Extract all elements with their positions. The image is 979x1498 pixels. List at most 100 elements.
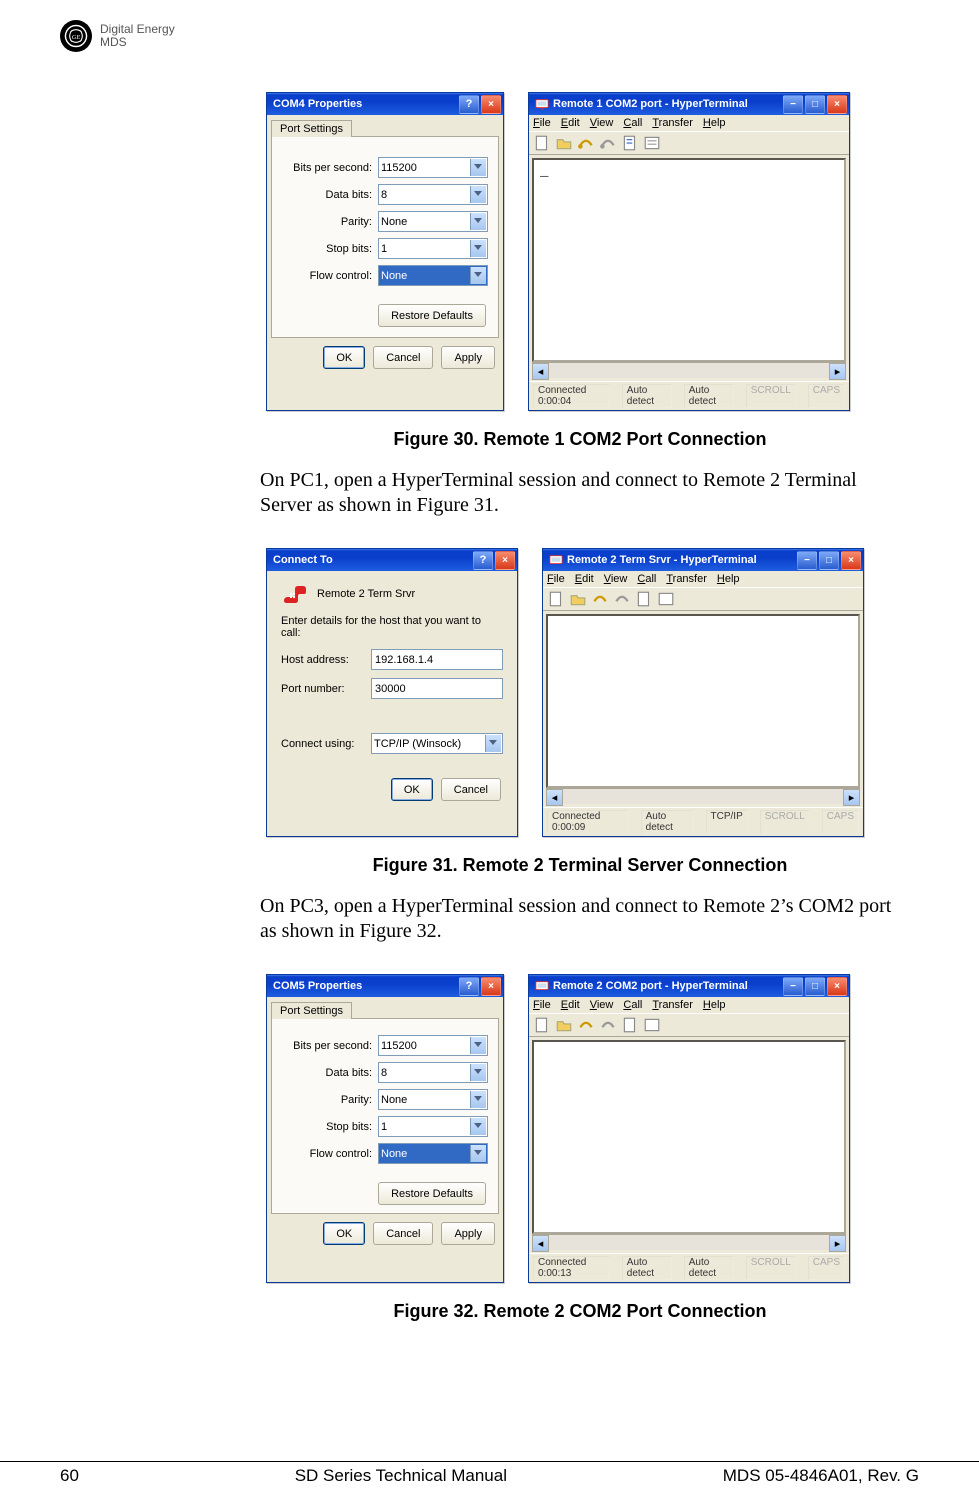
maximize-icon[interactable]: □ (805, 977, 825, 996)
send-icon[interactable] (635, 590, 653, 608)
minimize-icon[interactable]: − (783, 95, 803, 114)
apply-button[interactable]: Apply (441, 346, 495, 369)
ok-button[interactable]: OK (391, 778, 433, 801)
help-button-icon[interactable]: ? (473, 551, 493, 570)
scroll-right-icon[interactable]: ▸ (829, 1235, 846, 1252)
connect-icon[interactable] (591, 590, 609, 608)
maximize-icon[interactable]: □ (805, 95, 825, 114)
port-input[interactable]: 30000 (371, 678, 503, 699)
menu-view[interactable]: View (604, 573, 628, 585)
figure-30-caption: Figure 30. Remote 1 COM2 Port Connection (260, 429, 900, 450)
chevron-down-icon (474, 1069, 482, 1074)
new-icon[interactable] (533, 1016, 551, 1034)
stopbits-select[interactable]: 1 (378, 238, 488, 259)
send-icon[interactable] (621, 1016, 639, 1034)
menu-transfer[interactable]: Transfer (652, 117, 693, 129)
menu-file[interactable]: File (533, 117, 551, 129)
menu-transfer[interactable]: Transfer (652, 999, 693, 1011)
menu-file[interactable]: File (533, 999, 551, 1011)
menu-file[interactable]: File (547, 573, 565, 585)
status-caps: CAPS (808, 384, 845, 408)
tab-port-settings[interactable]: Port Settings (271, 120, 352, 137)
bps-select[interactable]: 115200 (378, 1035, 488, 1056)
menu-help[interactable]: Help (703, 999, 726, 1011)
menu-view[interactable]: View (590, 117, 614, 129)
host-input[interactable]: 192.168.1.4 (371, 649, 503, 670)
open-icon[interactable] (569, 590, 587, 608)
status-connected: Connected 0:00:13 (533, 1256, 610, 1280)
help-button-icon[interactable]: ? (459, 977, 479, 996)
horizontal-scrollbar[interactable]: ◂ ▸ (532, 362, 846, 378)
window-title: Remote 1 COM2 port - HyperTerminal (553, 98, 783, 110)
close-icon[interactable]: × (495, 551, 515, 570)
horizontal-scrollbar[interactable]: ◂ ▸ (546, 788, 860, 804)
scroll-left-icon[interactable]: ◂ (532, 1235, 549, 1252)
help-button-icon[interactable]: ? (459, 95, 479, 114)
cancel-button[interactable]: Cancel (441, 778, 501, 801)
databits-label: Data bits: (282, 1067, 372, 1079)
terminal-output[interactable]: _ (532, 158, 846, 362)
connect-icon[interactable] (577, 1016, 595, 1034)
tab-port-settings[interactable]: Port Settings (271, 1002, 352, 1019)
restore-defaults-button[interactable]: Restore Defaults (378, 1182, 486, 1205)
flow-select[interactable]: None (378, 1143, 488, 1164)
status-caps: CAPS (808, 1256, 845, 1280)
scroll-right-icon[interactable]: ▸ (843, 789, 860, 806)
properties-icon[interactable] (657, 590, 675, 608)
menu-call[interactable]: Call (623, 999, 642, 1011)
databits-select[interactable]: 8 (378, 1062, 488, 1083)
chevron-down-icon (474, 1042, 482, 1047)
flow-select[interactable]: None (378, 265, 488, 286)
apply-button[interactable]: Apply (441, 1222, 495, 1245)
menu-edit[interactable]: Edit (575, 573, 594, 585)
new-icon[interactable] (547, 590, 565, 608)
new-icon[interactable] (533, 134, 551, 152)
menu-edit[interactable]: Edit (561, 117, 580, 129)
terminal-output[interactable] (532, 1040, 846, 1234)
close-icon[interactable]: × (827, 977, 847, 996)
terminal-output[interactable] (546, 614, 860, 788)
close-icon[interactable]: × (481, 977, 501, 996)
menu-help[interactable]: Help (703, 117, 726, 129)
restore-defaults-button[interactable]: Restore Defaults (378, 304, 486, 327)
disconnect-icon[interactable] (613, 590, 631, 608)
open-icon[interactable] (555, 1016, 573, 1034)
menu-transfer[interactable]: Transfer (666, 573, 707, 585)
minimize-icon[interactable]: − (797, 551, 817, 570)
scroll-right-icon[interactable]: ▸ (829, 363, 846, 380)
minimize-icon[interactable]: − (783, 977, 803, 996)
scroll-left-icon[interactable]: ◂ (532, 363, 549, 380)
close-icon[interactable]: × (827, 95, 847, 114)
properties-icon[interactable] (643, 134, 661, 152)
parity-select[interactable]: None (378, 211, 488, 232)
maximize-icon[interactable]: □ (819, 551, 839, 570)
menu-call[interactable]: Call (623, 117, 642, 129)
databits-select[interactable]: 8 (378, 184, 488, 205)
close-icon[interactable]: × (481, 95, 501, 114)
com5-properties-dialog: COM5 Properties ? × Port Settings Bits p… (266, 974, 504, 1283)
connect-icon[interactable] (577, 134, 595, 152)
menu-call[interactable]: Call (637, 573, 656, 585)
close-icon[interactable]: × (841, 551, 861, 570)
send-icon[interactable] (621, 134, 639, 152)
stopbits-select[interactable]: 1 (378, 1116, 488, 1137)
cancel-button[interactable]: Cancel (373, 346, 433, 369)
menu-help[interactable]: Help (717, 573, 740, 585)
menu-edit[interactable]: Edit (561, 999, 580, 1011)
menu-bar: File Edit View Call Transfer Help (529, 115, 849, 132)
page-header: GE Digital Energy MDS (60, 20, 919, 52)
open-icon[interactable] (555, 134, 573, 152)
parity-select[interactable]: None (378, 1089, 488, 1110)
disconnect-icon[interactable] (599, 1016, 617, 1034)
ok-button[interactable]: OK (323, 346, 365, 369)
disconnect-icon[interactable] (599, 134, 617, 152)
ok-button[interactable]: OK (323, 1222, 365, 1245)
properties-icon[interactable] (643, 1016, 661, 1034)
scroll-left-icon[interactable]: ◂ (546, 789, 563, 806)
bps-select[interactable]: 115200 (378, 157, 488, 178)
horizontal-scrollbar[interactable]: ◂ ▸ (532, 1234, 846, 1250)
menu-view[interactable]: View (590, 999, 614, 1011)
connect-using-select[interactable]: TCP/IP (Winsock) (371, 733, 503, 754)
status-scroll: SCROLL (760, 810, 810, 834)
cancel-button[interactable]: Cancel (373, 1222, 433, 1245)
